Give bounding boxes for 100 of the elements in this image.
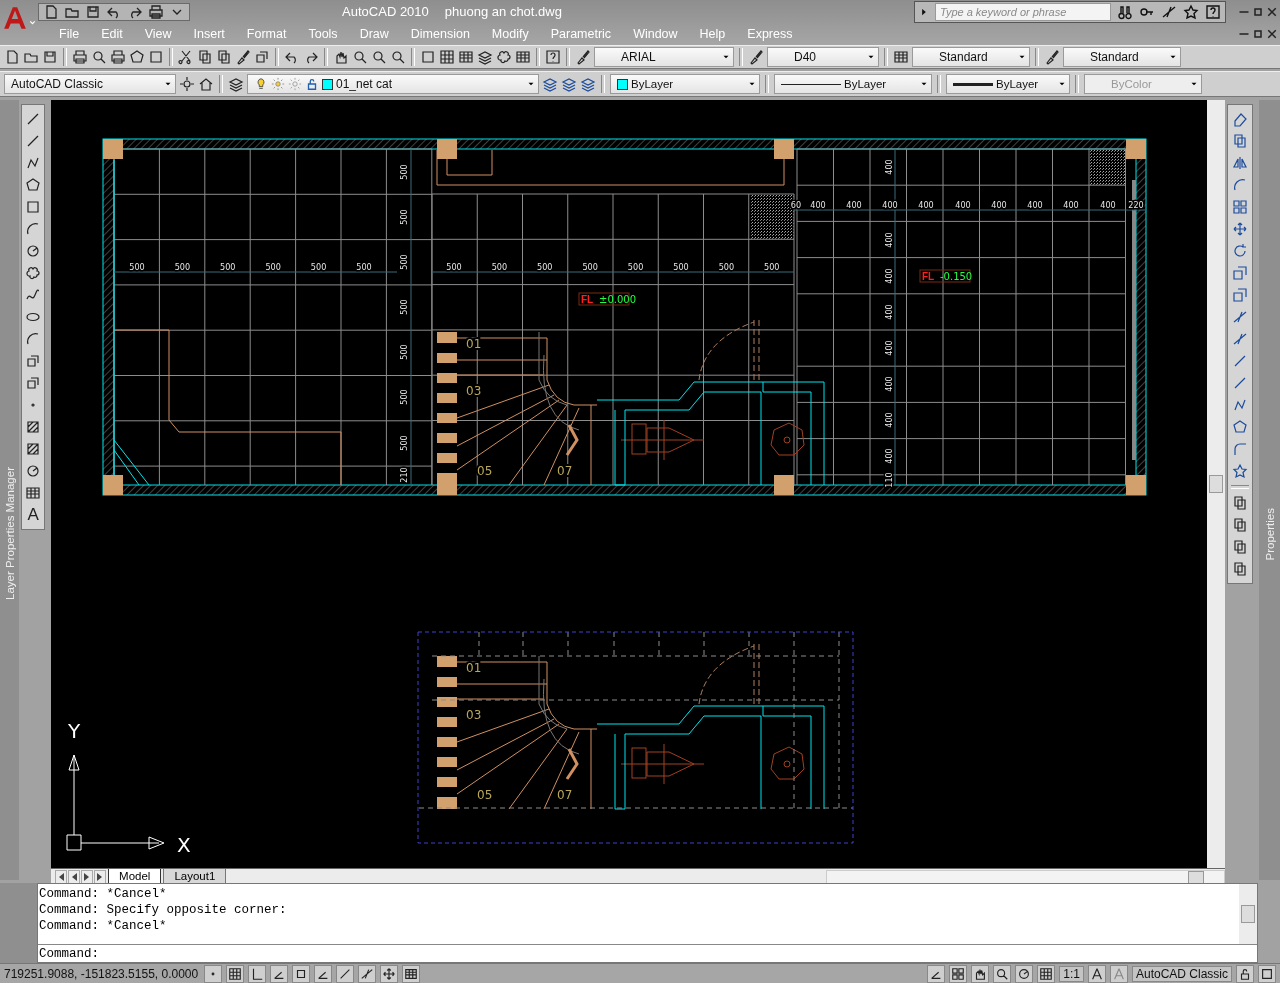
design-center-icon[interactable] (439, 49, 455, 65)
search-field[interactable]: Type a keyword or phrase (935, 2, 1111, 21)
lineweight-dropdown[interactable]: ByLayer (946, 74, 1070, 94)
insert-block-icon[interactable] (25, 353, 42, 369)
multileader-style-icon[interactable] (1044, 49, 1060, 65)
gradient-icon[interactable] (25, 441, 42, 457)
house-icon[interactable] (198, 76, 214, 92)
new-file-icon[interactable] (4, 49, 20, 65)
pan-icon[interactable] (971, 964, 990, 983)
multileader-style-dropdown[interactable]: Standard (1063, 47, 1181, 67)
dynamic-ucs-icon[interactable] (358, 964, 376, 983)
send-back-icon[interactable] (1232, 539, 1249, 555)
plot-icon[interactable] (148, 3, 164, 20)
padlock-icon[interactable] (1236, 964, 1254, 983)
copy-icon[interactable] (197, 49, 213, 65)
layer-dropdown[interactable]: 01_net cat (247, 74, 539, 94)
plot-icon[interactable] (72, 49, 88, 65)
move-icon[interactable] (1232, 221, 1249, 237)
menu-item[interactable]: Tools (297, 27, 349, 41)
ortho-mode-icon[interactable] (248, 964, 266, 983)
quick-view-layouts-icon[interactable] (949, 964, 968, 983)
layer-properties-icon[interactable] (228, 76, 244, 92)
extend-icon[interactable] (1232, 331, 1249, 347)
make-current-layer-icon[interactable] (542, 76, 558, 92)
region-icon[interactable] (25, 463, 42, 479)
restore-icon[interactable] (1252, 28, 1264, 40)
palette-title[interactable]: Properties (1263, 507, 1276, 560)
star-icon[interactable] (1183, 3, 1199, 20)
polygon-icon[interactable] (25, 177, 42, 193)
zoom-realtime-icon[interactable] (352, 49, 368, 65)
layer-state-icon[interactable] (580, 76, 596, 92)
dynamic-input-icon[interactable] (380, 964, 398, 983)
object-snap-tracking-icon[interactable] (336, 964, 354, 983)
annotation-scale-button[interactable]: 1:1 (1059, 965, 1084, 982)
vertical-scrollbar[interactable] (1207, 100, 1226, 868)
copy-object-icon[interactable] (1232, 133, 1249, 149)
close-icon[interactable] (1266, 28, 1278, 40)
linetype-dropdown[interactable]: ByLayer (774, 74, 932, 94)
grid-display-icon[interactable] (226, 964, 244, 983)
dimension-style-dropdown[interactable]: D40 (767, 47, 879, 67)
drawing-canvas[interactable] (51, 100, 1208, 868)
menu-item[interactable]: Modify (480, 27, 540, 41)
match-properties-icon[interactable] (235, 49, 251, 65)
quick-properties-icon[interactable] (402, 964, 420, 983)
table-style-dropdown[interactable]: Standard (912, 47, 1030, 67)
draw-order-icon[interactable] (1232, 495, 1249, 511)
workspace-settings-icon[interactable] (179, 76, 195, 92)
text-style-dropdown[interactable]: ARIAL (594, 47, 734, 67)
fillet-icon[interactable] (1232, 441, 1249, 457)
menu-item[interactable]: Parametric (539, 27, 623, 41)
paste-icon[interactable] (216, 49, 232, 65)
rotate-icon[interactable] (1232, 243, 1249, 259)
annotation-visibility-icon[interactable] (1087, 964, 1106, 983)
polar-tracking-icon[interactable] (270, 964, 288, 983)
help-icon[interactable] (1205, 3, 1221, 20)
dimension-style-icon[interactable] (748, 49, 764, 65)
erase-icon[interactable] (1232, 111, 1249, 127)
trim-icon[interactable] (1232, 309, 1249, 325)
color-dropdown[interactable]: ByLayer (610, 74, 760, 94)
sheet-set-icon[interactable] (148, 49, 164, 65)
showmotion-icon[interactable] (1037, 964, 1056, 983)
hatch-icon[interactable] (25, 419, 42, 435)
pan-icon[interactable] (333, 49, 349, 65)
scale-icon[interactable] (1232, 265, 1249, 281)
table-style-icon[interactable] (893, 49, 909, 65)
mirror-icon[interactable] (1232, 155, 1249, 171)
cut-icon[interactable] (178, 49, 194, 65)
command-scrollbar[interactable] (1239, 884, 1257, 944)
chamfer-icon[interactable] (1232, 419, 1249, 435)
sheet-set-manager-icon[interactable] (477, 49, 493, 65)
multiline-text-tool[interactable]: A (27, 507, 39, 523)
binoculars-icon[interactable] (1117, 3, 1133, 20)
object-snap-icon[interactable] (292, 964, 310, 983)
stretch-icon[interactable] (1232, 287, 1249, 303)
workspace-switch-button[interactable]: AutoCAD Classic (1131, 965, 1232, 982)
properties-icon[interactable] (420, 49, 436, 65)
text-style-icon[interactable] (575, 49, 591, 65)
save-icon[interactable] (42, 49, 58, 65)
steering-wheel-icon[interactable] (1015, 964, 1034, 983)
calculator-icon[interactable] (515, 49, 531, 65)
command-prompt[interactable]: Command: (39, 945, 99, 962)
menu-item[interactable]: Dimension (399, 27, 481, 41)
menu-item[interactable]: Draw (348, 27, 400, 41)
publish-icon[interactable] (110, 49, 126, 65)
rectangle-icon[interactable] (25, 199, 42, 215)
menu-item[interactable]: Window (622, 27, 689, 41)
zoom-window-icon[interactable] (371, 49, 387, 65)
new-file-icon[interactable] (43, 3, 59, 20)
plot-preview-icon[interactable] (91, 49, 107, 65)
array-icon[interactable] (1232, 199, 1249, 215)
close-icon[interactable] (1266, 5, 1278, 18)
menu-item[interactable]: View (133, 27, 183, 41)
layer-previous-icon[interactable] (561, 76, 577, 92)
zoom-icon[interactable] (993, 964, 1012, 983)
make-block-icon[interactable] (25, 375, 42, 391)
tool-palettes-icon[interactable] (458, 49, 474, 65)
menu-item[interactable]: Help (688, 27, 737, 41)
menu-item[interactable]: Format (235, 27, 298, 41)
bring-front-icon[interactable] (1232, 517, 1249, 533)
restore-icon[interactable] (1252, 5, 1264, 18)
